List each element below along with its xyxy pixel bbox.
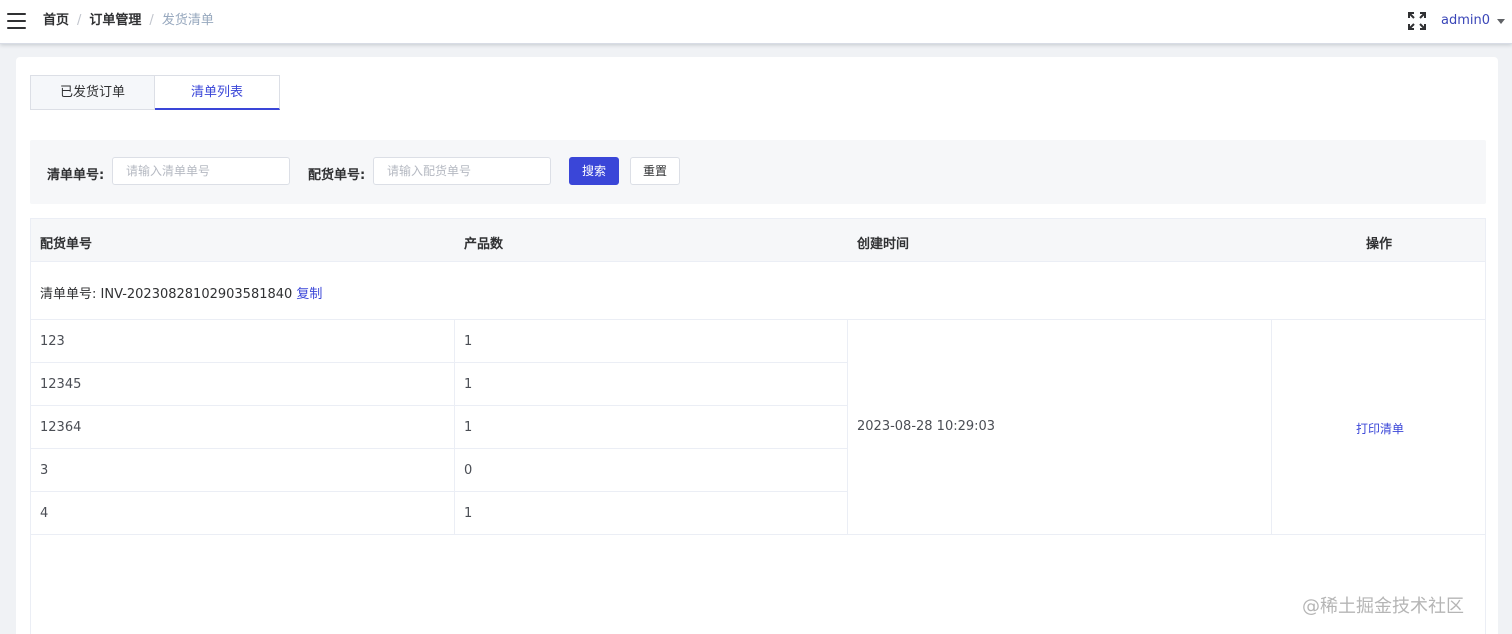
- count-cell: 1: [464, 377, 473, 392]
- search-form: 清单单号: 配货单号: 搜索 重置: [30, 140, 1486, 204]
- table-row: 123 1: [31, 320, 847, 363]
- table-row: 4 1: [31, 492, 847, 535]
- group-label-wrapper: 清单单号: INV-20230828102903581840 复制: [40, 283, 322, 302]
- tab-list[interactable]: 清单列表: [155, 75, 280, 110]
- created-time-cell: 2023-08-28 10:29:03: [857, 419, 996, 434]
- dist-no-cell: 4: [40, 506, 49, 521]
- reset-button[interactable]: 重置: [630, 157, 680, 185]
- breadcrumb-separator: /: [77, 13, 82, 28]
- breadcrumb-home[interactable]: 首页: [43, 13, 69, 28]
- dist-no-cell: 12345: [40, 377, 82, 392]
- list-no-label: 清单单号:: [47, 168, 105, 183]
- dist-no-cell: 12364: [40, 420, 82, 435]
- group-row: 清单单号: INV-20230828102903581840 复制: [31, 262, 1485, 320]
- count-cell: 0: [464, 463, 473, 478]
- breadcrumb-current-page: 发货清单: [161, 13, 214, 28]
- tab-bar: 已发货订单 清单列表: [30, 75, 280, 111]
- list-table: 配货单号 产品数 创建时间 操作 清单单号: INV-2023082810290…: [30, 218, 1486, 634]
- caret-down-icon[interactable]: [1497, 19, 1505, 24]
- count-cell: 1: [464, 506, 473, 521]
- fullscreen-icon[interactable]: [1408, 12, 1426, 30]
- header-actions: 操作: [1366, 237, 1393, 252]
- header-product-count: 产品数: [464, 237, 504, 252]
- search-button[interactable]: 搜索: [569, 157, 619, 185]
- hamburger-menu-icon[interactable]: [7, 13, 26, 29]
- dist-no-cell: 3: [40, 463, 49, 478]
- breadcrumb: 首页 / 订单管理 / 发货清单: [43, 13, 214, 29]
- list-no-input[interactable]: [112, 157, 290, 185]
- header-created-time: 创建时间: [857, 237, 910, 252]
- user-menu[interactable]: admin0: [1441, 13, 1490, 29]
- tab-shipped-orders[interactable]: 已发货订单: [30, 75, 155, 110]
- watermark: @稀土掘金技术社区: [1302, 596, 1464, 617]
- count-cell: 1: [464, 334, 473, 349]
- header-dist-no: 配货单号: [40, 237, 93, 252]
- table-row: 12345 1: [31, 363, 847, 406]
- main-card: 已发货订单 清单列表 清单单号: 配货单号: 搜索 重置 配货单号 产品数 创建…: [16, 57, 1498, 634]
- dist-no-cell: 123: [40, 334, 65, 349]
- dist-no-input[interactable]: [373, 157, 551, 185]
- count-cell: 1: [464, 420, 473, 435]
- print-list-link[interactable]: 打印清单: [1356, 420, 1404, 437]
- dist-no-label: 配货单号:: [308, 168, 366, 183]
- copy-link[interactable]: 复制: [296, 287, 322, 302]
- table-row: 12364 1: [31, 406, 847, 449]
- row-divider: [847, 534, 1485, 535]
- column-divider: [847, 320, 848, 534]
- breadcrumb-separator: /: [149, 13, 154, 28]
- top-navbar: 首页 / 订单管理 / 发货清单 admin0: [0, 0, 1512, 44]
- list-no-text: 清单单号: INV-20230828102903581840: [40, 287, 293, 302]
- table-row: 3 0: [31, 449, 847, 492]
- column-divider: [1271, 320, 1272, 534]
- table-header: 配货单号 产品数 创建时间 操作: [31, 219, 1485, 262]
- breadcrumb-order-management[interactable]: 订单管理: [89, 13, 141, 28]
